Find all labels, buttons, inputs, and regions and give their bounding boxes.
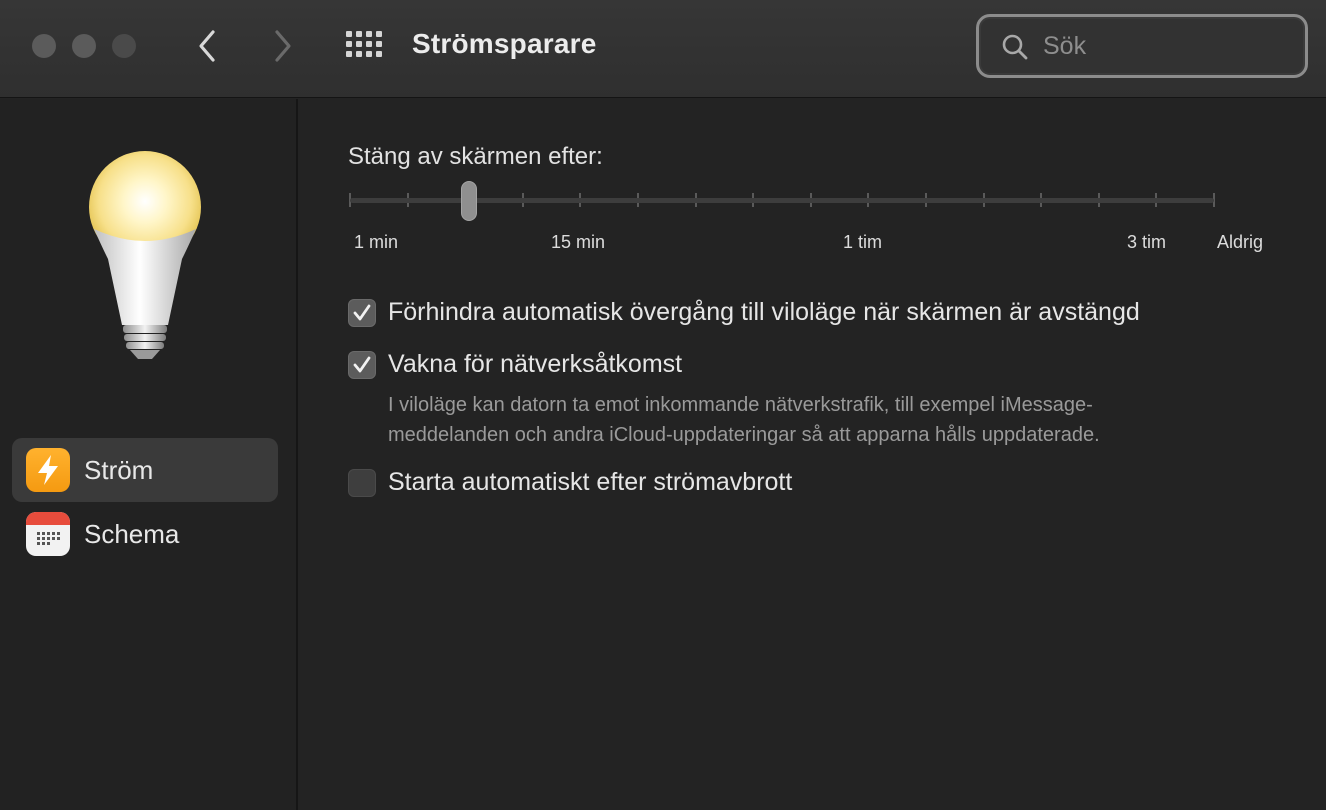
search-input[interactable] [1043, 31, 1283, 61]
search-field[interactable] [976, 14, 1308, 78]
option-auto-start[interactable]: Starta automatiskt efter strömavbrott [348, 468, 792, 497]
tick-label: 15 min [551, 232, 606, 252]
tick-label: Aldrig [1217, 232, 1264, 252]
lightning-bolt-icon [26, 448, 70, 492]
back-button[interactable] [192, 26, 222, 66]
auto-start-checkbox[interactable] [348, 468, 376, 497]
tick-label: 3 tim [1127, 232, 1167, 252]
display-sleep-title: Stäng av skärmen efter: [348, 143, 603, 170]
description-line: I viloläge kan datorn ta emot inkommande… [388, 394, 1093, 416]
show-all-grid-button[interactable] [344, 29, 382, 61]
checkmark-icon [353, 356, 371, 372]
chevron-right-icon [275, 30, 291, 62]
minimize-window-button[interactable] [72, 34, 96, 58]
tick-label: 1 tim [843, 232, 883, 252]
sidebar: Ström Schema [0, 99, 298, 810]
description-line: meddelanden och andra iCloud-uppdatering… [388, 424, 1100, 446]
prevent-sleep-checkbox[interactable] [348, 298, 376, 327]
calendar-icon [26, 512, 70, 556]
slider-thumb[interactable] [461, 181, 478, 221]
tick-label: 1 min [354, 232, 399, 252]
checkmark-icon [353, 304, 371, 320]
title-bar: Strömsparare [0, 0, 1326, 98]
search-icon [1002, 34, 1028, 60]
wake-network-description: I viloläge kan datorn ta emot inkommande… [388, 390, 1288, 450]
light-bulb-icon [89, 151, 201, 359]
wake-network-label: Vakna för nätverksåtkomst [388, 350, 683, 378]
window-title: Strömsparare [412, 28, 597, 59]
zoom-window-button[interactable] [112, 34, 136, 58]
option-prevent-sleep[interactable]: Förhindra automatisk övergång till vilol… [348, 298, 1140, 327]
sidebar-item-schema[interactable]: Schema [12, 502, 278, 566]
close-window-button[interactable] [32, 34, 56, 58]
slider-track [350, 198, 1214, 203]
sidebar-item-strom[interactable]: Ström [12, 438, 278, 502]
chevron-left-icon [199, 30, 215, 62]
main-pane: Stäng av skärmen efter: 1 min 15 min 1 t… [300, 99, 1326, 810]
sidebar-item-label: Ström [84, 454, 154, 485]
display-sleep-slider[interactable] [348, 181, 1216, 221]
forward-button[interactable] [268, 26, 298, 66]
prevent-sleep-label: Förhindra automatisk övergång till vilol… [388, 298, 1140, 326]
sidebar-item-label: Schema [84, 518, 180, 549]
auto-start-label: Starta automatiskt efter strömavbrott [388, 468, 793, 496]
wake-network-checkbox[interactable] [348, 350, 376, 379]
option-wake-network[interactable]: Vakna för nätverksåtkomst [348, 350, 682, 379]
